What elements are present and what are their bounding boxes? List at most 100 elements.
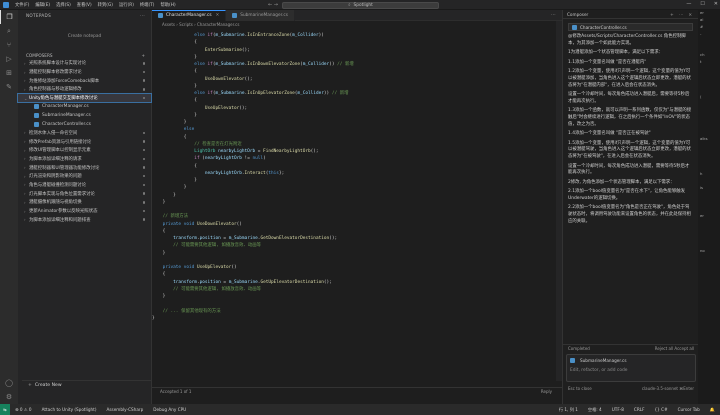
reply-button[interactable]: Reply xyxy=(541,389,552,394)
composer-item-label: 灯光渲染和阴影效果的问题 xyxy=(29,174,82,180)
notepad-icon[interactable]: ✎ xyxy=(0,80,18,94)
menu-item[interactable]: 选择(S) xyxy=(53,2,74,8)
composer-item[interactable]: › 修改Prefab资源与引用链接讨论 xyxy=(18,137,151,146)
menu-item[interactable]: 运行(R) xyxy=(116,2,137,8)
status-item[interactable]: Debug Any CPU xyxy=(148,407,191,412)
overflow-text-line xyxy=(698,206,720,213)
status-item[interactable]: 行 1, 列 1 xyxy=(554,407,583,413)
code-token: (); xyxy=(310,149,319,154)
status-left: ⊗ 0 ⚠ 0 Attach to Unity (Spotlight) Assemb… xyxy=(10,407,191,412)
minimize-button[interactable]: — xyxy=(686,1,691,7)
composer-item[interactable]: › 光照系统脚本设计与实现讨论 xyxy=(18,59,151,68)
composer-item[interactable]: › 灯光渲染和阴影效果的问题 xyxy=(18,172,151,181)
composer-item[interactable]: › 灯光脚本实现与角色位置需求讨论 xyxy=(18,189,151,198)
run-debug-icon[interactable]: ▷ xyxy=(0,52,18,66)
maximize-button[interactable]: ☐ xyxy=(700,1,704,7)
status-item[interactable]: UTF-8 xyxy=(607,407,629,413)
composer-item[interactable]: ⌄ Unity角色与潜艇交互脚本修改讨论 xyxy=(17,92,152,104)
composer-item[interactable]: › 角色控制器与移动逻辑修改 xyxy=(18,85,151,94)
status-dot-icon xyxy=(142,148,145,152)
code-line: } xyxy=(152,192,562,199)
code-line: } xyxy=(152,184,562,191)
context-file-chip[interactable]: SubmarineManager.cs xyxy=(570,358,692,363)
status-item[interactable]: Cursor Tab xyxy=(673,407,705,413)
composer-item[interactable]: › 修改UI管理脚本以控制显示元素 xyxy=(18,146,151,155)
remote-icon[interactable]: ⇆ xyxy=(0,404,10,415)
code-token: nearbyLightOrb xyxy=(152,170,242,176)
menu-item[interactable]: 帮助(H) xyxy=(157,2,178,8)
overflow-text-line xyxy=(698,143,720,150)
composer-item[interactable]: › 为脚本添加详细注释的请求 xyxy=(18,155,151,164)
status-item[interactable]: {} C# xyxy=(650,407,673,413)
composer-item[interactable]: › 潜艇控制脚本修改需求讨论 xyxy=(18,68,151,77)
message-paragraph: 1.5添加一个变量，使用if只声明一个逻辑，这个变量的值为Y可以被潜艇驾驶，当角… xyxy=(568,140,691,159)
code-token: } xyxy=(152,54,197,60)
overflow-text-line xyxy=(698,73,720,80)
menu-item[interactable]: 文件(F) xyxy=(12,2,32,8)
composers-header[interactable]: COMPOSERS + xyxy=(18,51,151,59)
create-new-button[interactable]: + Create New xyxy=(22,380,152,389)
notepads-header[interactable]: NOTEPADS ··· xyxy=(18,10,151,20)
status-item[interactable]: 空格: 4 xyxy=(583,407,607,413)
message-paragraph: 1.4添加一个变量名叫做 "是否正在被驾驶" xyxy=(568,131,651,137)
nav-arrows[interactable]: ← → xyxy=(268,2,278,8)
composer-file-item[interactable]: SubmarineManager.cs xyxy=(18,111,151,120)
composer-input-placeholder[interactable]: Edit, refactor, or add code xyxy=(570,368,692,373)
overflow-text-line xyxy=(698,332,720,339)
composer-item[interactable]: › 检测水体入侵—命名空间 xyxy=(18,129,151,138)
menu-item[interactable]: 终端(T) xyxy=(137,2,158,8)
composer-item[interactable]: › 潜艇控制器和UI管理器功能修改讨论 xyxy=(18,163,151,172)
breadcrumb[interactable]: Assets › Scripts › CharacterManager.cs xyxy=(152,21,562,28)
composer-item[interactable]: › 潜艇摄像机跟随与视角切换 xyxy=(18,198,151,207)
status-item[interactable]: Attach to Unity (Spotlight) xyxy=(37,407,102,412)
code-line: transform.position = m_Submarine.GetUpEl… xyxy=(152,279,562,286)
editor-actions-icon[interactable]: ⋯ xyxy=(551,12,562,18)
code-line: } xyxy=(152,54,562,61)
code-token: UseDownElevator xyxy=(196,221,237,227)
tab-submarine-manager[interactable]: SubmarineManager.cs xyxy=(226,9,295,21)
code-token: m_Collider xyxy=(297,91,324,96)
menu-item[interactable]: 转到(G) xyxy=(95,2,116,8)
status-item[interactable]: CRLF xyxy=(629,407,650,413)
status-item[interactable]: ⊗ 0 ⚠ 0 xyxy=(10,407,37,412)
source-control-icon[interactable]: ⑂ xyxy=(0,38,18,52)
code-token: else xyxy=(152,33,208,38)
code-token: )) xyxy=(318,33,324,38)
more-icon[interactable]: ··· xyxy=(140,13,145,18)
composer-input[interactable]: SubmarineManager.cs Edit, refactor, or a… xyxy=(566,354,696,382)
reference-file-chip[interactable]: CharacterController.cs xyxy=(568,23,693,31)
model-selector[interactable]: claude-3.5-sonnet ⌘Enter xyxy=(642,386,694,391)
composer-item[interactable]: › 更新Animator参数以反映光照状态 xyxy=(18,207,151,216)
extensions-icon[interactable]: ⊞ xyxy=(0,66,18,80)
code-token: GetDownElevatorDestination xyxy=(260,236,330,241)
close-icon[interactable]: ✕ xyxy=(216,13,220,18)
composer-item-label: 检测水体入侵—命名空间 xyxy=(29,130,78,136)
account-icon[interactable]: ◯ xyxy=(0,376,18,390)
close-window-button[interactable]: ✕ xyxy=(714,1,718,7)
code-token: m_Submarine xyxy=(215,33,245,38)
composer-file-item[interactable]: CharacterController.cs xyxy=(18,120,151,129)
menu-item[interactable]: 编辑(E) xyxy=(32,2,53,8)
composer-file-item[interactable]: CharacterManager.cs xyxy=(18,102,151,111)
accept-reject-actions[interactable]: Reject all Accept all xyxy=(655,346,694,351)
settings-icon[interactable]: ⚙ xyxy=(0,390,18,404)
create-notepad-link[interactable]: Create notepad xyxy=(18,34,151,39)
add-composer-icon[interactable]: + xyxy=(141,53,145,58)
composer-item[interactable]: › 为维修站添加ForceComeback脚本 xyxy=(18,76,151,85)
code-area[interactable]: else if(m_Submarine.IsInEntranceZone(m_C… xyxy=(152,28,562,322)
composer-item-label: 潜艇控制器和UI管理器功能修改讨论 xyxy=(29,165,100,171)
tab-character-manager[interactable]: CharacterManager.cs ✕ xyxy=(152,9,227,21)
explorer-icon[interactable]: ❐ xyxy=(0,10,18,24)
menu-item[interactable]: 查看(V) xyxy=(74,2,95,8)
status-item[interactable]: Assembly-CSharp xyxy=(101,407,148,412)
composer-item[interactable]: › 角色与潜艇碰撞检测问题讨论 xyxy=(18,181,151,190)
composer-actions-icon[interactable]: + ⋯ ✕ xyxy=(670,12,694,17)
code-line: nearbyLightOrb.Interact(this}; xyxy=(152,170,562,177)
command-center-search[interactable]: ⌕ Spotlight xyxy=(282,1,439,9)
status-dot-icon xyxy=(142,79,145,82)
status-item[interactable]: 🔔 xyxy=(705,407,720,413)
search-icon[interactable]: ⌕ xyxy=(0,24,18,38)
code-token: // 新增 xyxy=(334,62,354,67)
composer-item[interactable]: › 为脚本添加详细注释和问题排查 xyxy=(18,215,151,224)
